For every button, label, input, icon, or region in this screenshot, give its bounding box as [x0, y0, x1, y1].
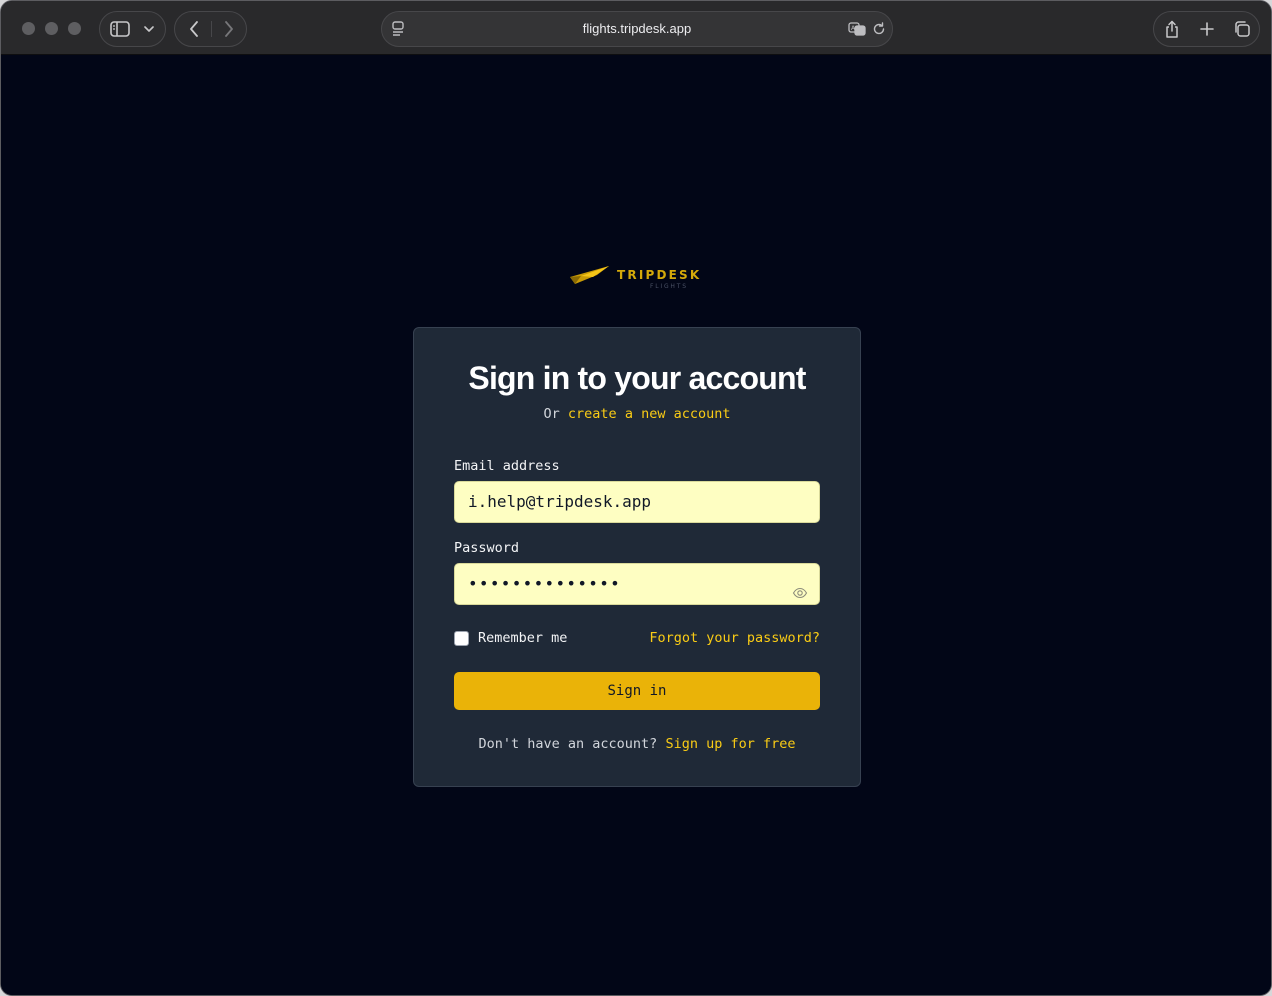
sidebar-toggle-button[interactable]	[106, 12, 134, 46]
plus-icon	[1200, 22, 1214, 36]
remember-me-checkbox[interactable]	[454, 631, 469, 646]
eye-icon	[792, 587, 808, 599]
translate-icon: A	[848, 22, 866, 36]
signup-prompt: Don't have an account? Sign up for free	[414, 736, 860, 752]
forgot-password-link[interactable]: Forgot your password?	[649, 630, 820, 646]
password-value: ••••••••••••••	[468, 574, 622, 593]
forward-button[interactable]	[214, 12, 244, 46]
plane-wing-logo-icon	[570, 266, 609, 284]
tripdesk-logo: TRIPDESK FLIGHTS	[569, 266, 709, 296]
new-tab-button[interactable]	[1192, 12, 1222, 46]
sidebar-control	[99, 11, 166, 47]
navigation-control	[174, 11, 247, 47]
sign-in-button[interactable]: Sign in	[454, 672, 820, 710]
subtitle-prefix: Or	[543, 406, 560, 422]
create-account-link[interactable]: create a new account	[568, 406, 731, 422]
sidebar-menu-button[interactable]	[138, 12, 160, 46]
page-title: Sign in to your account	[468, 360, 806, 396]
chevron-down-icon	[144, 25, 154, 32]
signup-prompt-text: Don't have an account?	[478, 736, 658, 752]
logo-wordmark: TRIPDESK	[617, 268, 702, 282]
show-password-button[interactable]	[792, 576, 808, 599]
address-url[interactable]: flights.tripdesk.app	[382, 12, 892, 46]
minimize-window-button[interactable]	[45, 22, 58, 35]
browser-toolbar: flights.tripdesk.app A	[1, 1, 1271, 55]
signup-link[interactable]: Sign up for free	[665, 736, 795, 752]
share-icon	[1166, 20, 1178, 38]
sidebar-icon	[110, 21, 130, 37]
logo-tagline: FLIGHTS	[650, 283, 688, 290]
chevron-left-icon	[190, 21, 198, 37]
translate-button[interactable]: A	[846, 12, 868, 46]
password-field[interactable]: ••••••••••••••	[454, 563, 820, 605]
signin-card: Sign in to your account Or create a new …	[413, 327, 861, 787]
zoom-window-button[interactable]	[68, 22, 81, 35]
nav-divider	[211, 21, 212, 37]
email-field[interactable]: i.help@tripdesk.app	[454, 481, 820, 523]
browser-window: flights.tripdesk.app A TRIPDESK FLIGHTS …	[0, 0, 1272, 996]
password-label: Password	[454, 540, 520, 556]
reload-button[interactable]	[870, 12, 888, 46]
tab-overview-icon	[1235, 21, 1250, 37]
chevron-right-icon	[225, 21, 233, 37]
remember-me-label[interactable]: Remember me	[478, 630, 567, 646]
share-button[interactable]	[1157, 12, 1187, 46]
tab-overview-button[interactable]	[1227, 12, 1257, 46]
window-actions	[1153, 11, 1260, 47]
signin-subtitle: Or create a new account	[414, 406, 860, 422]
email-label: Email address	[454, 458, 560, 474]
reload-icon	[873, 22, 885, 35]
address-bar[interactable]: flights.tripdesk.app A	[381, 11, 893, 47]
page-content: TRIPDESK FLIGHTS Sign in to your account…	[1, 56, 1271, 995]
close-window-button[interactable]	[22, 22, 35, 35]
back-button[interactable]	[179, 12, 209, 46]
